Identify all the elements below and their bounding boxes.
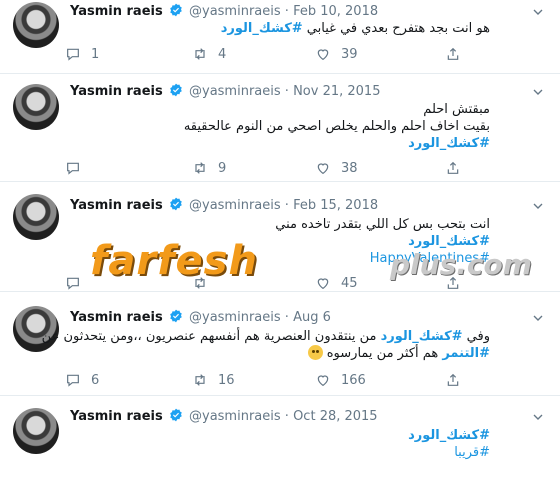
display-name[interactable]: Yasmin raeis	[70, 4, 163, 19]
user-handle[interactable]: @yasminraeis	[189, 409, 281, 424]
reply-count: 6	[91, 372, 100, 388]
tweet-text-line: هو انت بجد هتفرح بعدي في غيابي	[302, 21, 490, 36]
tweet-header: Yasmin raeis @yasminraeis · Oct 28, 2015	[70, 408, 378, 424]
retweet-button[interactable]: 16	[192, 372, 235, 388]
tweet[interactable]: Yasmin raeis @yasminraeis · Feb 10, 2018…	[0, 0, 560, 74]
reply-count: 1	[91, 46, 100, 62]
separator-dot: ·	[284, 4, 289, 19]
like-button[interactable]: 166	[315, 372, 366, 388]
tweet-actions: 6 16 166	[65, 372, 485, 392]
tweet-actions: 1 4 39	[65, 46, 485, 66]
share-button[interactable]	[445, 46, 461, 62]
reply-icon	[65, 46, 81, 62]
separator-dot: ·	[284, 198, 289, 213]
reply-button[interactable]	[65, 275, 81, 291]
share-icon	[445, 160, 461, 176]
tweet-text: هو انت بجد هتفرح بعدي في غيابي #كشك_الور…	[20, 20, 490, 37]
tweet-header: Yasmin raeis @yasminraeis · Feb 10, 2018	[70, 3, 378, 19]
tweet-text-segment: وفي	[462, 329, 490, 344]
display-name[interactable]: Yasmin raeis	[70, 310, 163, 325]
tweet-header: Yasmin raeis @yasminraeis · Feb 15, 2018	[70, 197, 378, 213]
like-icon	[315, 46, 331, 62]
share-button[interactable]	[445, 160, 461, 176]
tweet-text-line: مبقتش احلم	[423, 102, 490, 117]
tweet-actions: 9 38	[65, 160, 485, 180]
tweet-text: وفي #كشك_الورد من ينتقدون العنصرية هم أن…	[20, 328, 490, 362]
share-icon	[445, 372, 461, 388]
like-button[interactable]: 39	[315, 46, 358, 62]
reply-icon	[65, 160, 81, 176]
tweet-date[interactable]: Nov 21, 2015	[293, 84, 380, 99]
tweet-text: مبقتش احلم بقيت اخاف احلم والحلم يخلص اص…	[20, 101, 490, 152]
separator-dot: ·	[284, 409, 289, 424]
like-count: 166	[341, 372, 366, 388]
watermark-brand: farfesh	[90, 238, 258, 284]
retweet-button[interactable]: 4	[192, 46, 226, 62]
like-count: 38	[341, 160, 358, 176]
hashtag-link[interactable]: #قريبا	[454, 445, 490, 460]
tweet-date[interactable]: Feb 10, 2018	[293, 4, 378, 19]
retweet-count: 4	[218, 46, 227, 62]
retweet-count: 16	[218, 372, 235, 388]
tweet-date[interactable]: Feb 15, 2018	[293, 198, 378, 213]
user-handle[interactable]: @yasminraeis	[189, 4, 281, 19]
hashtag-link[interactable]: #كشك_الورد	[381, 329, 463, 344]
hashtag-link[interactable]: #كشك_الورد	[221, 21, 303, 36]
chevron-down-icon[interactable]	[530, 409, 546, 425]
hashtag-link[interactable]: #التنمر	[442, 346, 490, 361]
verified-badge-icon	[169, 83, 183, 97]
tweet-text-line: انت بتحب بس كل اللي بتقدر تاخده مني	[275, 217, 490, 232]
tweet-text: #كشك_الورد #قريبا	[20, 427, 490, 461]
verified-badge-icon	[169, 408, 183, 422]
display-name[interactable]: Yasmin raeis	[70, 84, 163, 99]
retweet-icon	[192, 160, 208, 176]
user-handle[interactable]: @yasminraeis	[189, 310, 281, 325]
like-count: 39	[341, 46, 358, 62]
share-icon	[445, 46, 461, 62]
share-button[interactable]	[445, 372, 461, 388]
hashtag-link[interactable]: #كشك_الورد	[408, 428, 490, 443]
like-button[interactable]: 38	[315, 160, 358, 176]
like-icon	[315, 160, 331, 176]
verified-badge-icon	[169, 3, 183, 17]
verified-badge-icon	[169, 197, 183, 211]
watermark-logo: farfesh plus.com	[90, 234, 532, 294]
reply-icon	[65, 275, 81, 291]
grimacing-emoji-icon	[307, 345, 323, 360]
retweet-icon	[192, 46, 208, 62]
tweet[interactable]: Yasmin raeis @yasminraeis · Oct 28, 2015…	[0, 396, 560, 491]
display-name[interactable]: Yasmin raeis	[70, 409, 163, 424]
tweet-header: Yasmin raeis @yasminraeis · Nov 21, 2015	[70, 83, 380, 99]
retweet-count: 9	[218, 160, 227, 176]
tweet-text-segment: هم أكثر من يمارسوه	[326, 346, 443, 361]
tweet[interactable]: Yasmin raeis @yasminraeis · Nov 21, 2015…	[0, 74, 560, 182]
tweet-date[interactable]: Oct 28, 2015	[293, 409, 378, 424]
like-icon	[315, 372, 331, 388]
user-handle[interactable]: @yasminraeis	[189, 198, 281, 213]
retweet-icon	[192, 372, 208, 388]
display-name[interactable]: Yasmin raeis	[70, 198, 163, 213]
retweet-button[interactable]: 9	[192, 160, 226, 176]
tweet-text-line: بقيت اخاف احلم والحلم يخلص اصحي من النوم…	[183, 119, 490, 134]
tweet-header: Yasmin raeis @yasminraeis · Aug 6	[70, 309, 331, 325]
chevron-down-icon[interactable]	[530, 84, 546, 100]
user-handle[interactable]: @yasminraeis	[189, 84, 281, 99]
reply-button[interactable]: 1	[65, 46, 99, 62]
tweet-date[interactable]: Aug 6	[293, 310, 331, 325]
watermark-suffix: plus.com	[390, 248, 532, 281]
tweet[interactable]: Yasmin raeis @yasminraeis · Aug 6 وفي #ك…	[0, 292, 560, 396]
hashtag-link[interactable]: #كشك_الورد	[408, 136, 490, 151]
chevron-down-icon[interactable]	[530, 198, 546, 214]
tweet-text-segment: من ينتقدون العنصرية هم أنفسهم عنصريون ،،…	[41, 329, 381, 344]
reply-button[interactable]: 6	[65, 372, 99, 388]
reply-button[interactable]	[65, 160, 81, 176]
chevron-down-icon[interactable]	[530, 310, 546, 326]
reply-icon	[65, 372, 81, 388]
verified-badge-icon	[169, 309, 183, 323]
separator-dot: ·	[284, 310, 289, 325]
chevron-down-icon[interactable]	[530, 4, 546, 20]
separator-dot: ·	[284, 84, 289, 99]
